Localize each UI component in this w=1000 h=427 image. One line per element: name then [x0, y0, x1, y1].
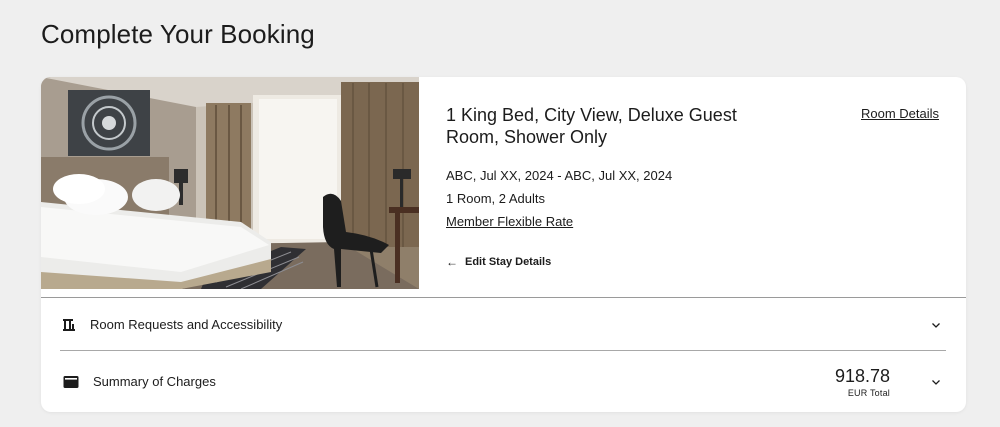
arrow-left-icon: ←: [446, 255, 458, 269]
chevron-down-icon: [930, 318, 942, 330]
wallet-icon: [63, 374, 79, 390]
room-image: [41, 77, 419, 289]
room-requests-label: Room Requests and Accessibility: [90, 317, 283, 332]
room-summary: 1 King Bed, City View, Deluxe Guest Room…: [41, 77, 966, 297]
total-currency-caption: EUR Total: [847, 388, 890, 398]
summary-of-charges-label: Summary of Charges: [93, 374, 216, 389]
summary-of-charges-accordion[interactable]: Summary of Charges 918.78 EUR Total: [41, 352, 966, 412]
divider: [60, 350, 946, 351]
occupancy: 1 Room, 2 Adults: [446, 191, 545, 206]
divider: [41, 297, 966, 298]
room-photo-illustration: [41, 77, 419, 289]
room-requests-accordion[interactable]: Room Requests and Accessibility: [41, 299, 966, 351]
room-details-link[interactable]: Room Details: [861, 106, 939, 121]
stay-dates: ABC, Jul XX, 2024 - ABC, Jul XX, 2024: [446, 168, 673, 183]
rate-link[interactable]: Member Flexible Rate: [446, 214, 573, 229]
chevron-down-icon: [930, 375, 942, 387]
edit-stay-label: Edit Stay Details: [465, 256, 552, 268]
page-title: Complete Your Booking: [41, 19, 315, 49]
accessibility-icon: [61, 317, 77, 333]
total-amount: 918.78: [834, 366, 890, 386]
booking-card: 1 King Bed, City View, Deluxe Guest Room…: [41, 77, 966, 412]
room-name: 1 King Bed, City View, Deluxe Guest Room…: [446, 105, 737, 147]
edit-stay-details-button[interactable]: ← Edit Stay Details: [446, 255, 551, 269]
